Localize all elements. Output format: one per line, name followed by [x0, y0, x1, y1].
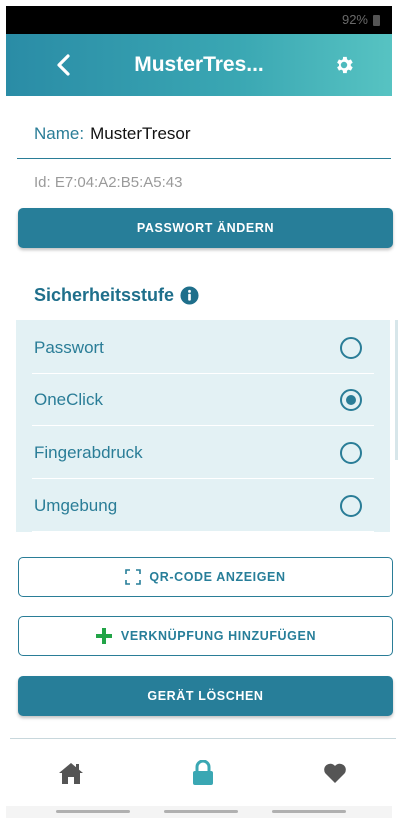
option-label: Umgebung	[34, 495, 118, 515]
device-name-field[interactable]: Name: MusterTresor	[34, 124, 191, 144]
name-label: Name:	[34, 124, 85, 143]
delete-device-button[interactable]: GERÄT LÖSCHEN	[18, 676, 393, 716]
name-field-underline	[17, 158, 391, 159]
security-level-options: Passwort OneClick Fingerabdruck Umgebung	[16, 320, 390, 532]
radio-button[interactable]	[340, 494, 362, 517]
nav-favorites[interactable]	[320, 758, 350, 788]
divider	[10, 738, 396, 739]
info-button[interactable]	[180, 286, 199, 305]
app-bar: MusterTres...	[6, 34, 392, 96]
radio-button[interactable]	[340, 336, 362, 359]
plus-icon	[95, 627, 113, 645]
option-fingerabdruck[interactable]: Fingerabdruck	[32, 427, 374, 479]
security-level-title: Sicherheitsstufe	[34, 285, 175, 305]
show-qr-code-label: QR-CODE ANZEIGEN	[149, 570, 286, 584]
change-password-button[interactable]: PASSWORT ÄNDERN	[18, 208, 393, 248]
gesture-segment	[272, 810, 346, 813]
back-button[interactable]	[50, 51, 78, 79]
settings-button[interactable]	[330, 51, 358, 79]
gesture-segment	[56, 810, 130, 813]
security-level-heading: Sicherheitsstufe	[34, 285, 199, 306]
add-link-button[interactable]: VERKNÜPFUNG HINZUFÜGEN	[18, 616, 393, 656]
option-label: OneClick	[34, 389, 103, 409]
chevron-left-icon	[57, 54, 70, 76]
status-bar: 92%	[6, 6, 392, 34]
nav-vault[interactable]	[188, 758, 218, 788]
battery-percentage: 92%	[341, 12, 368, 27]
add-link-label: VERKNÜPFUNG HINZUFÜGEN	[120, 629, 317, 643]
option-label: Passwort	[34, 337, 104, 357]
home-icon	[59, 763, 83, 784]
radio-button-selected[interactable]	[340, 388, 362, 411]
info-icon	[180, 286, 199, 305]
battery-icon	[373, 15, 380, 26]
heart-icon	[324, 763, 346, 783]
option-passwort[interactable]: Passwort	[32, 322, 374, 374]
gesture-segment	[164, 810, 238, 813]
system-gesture-bar	[6, 806, 392, 818]
option-oneclick[interactable]: OneClick	[32, 374, 374, 426]
qr-scan-icon	[125, 569, 142, 585]
page-title: MusterTres...	[134, 53, 264, 76]
bottom-navigation	[6, 740, 392, 806]
lock-icon	[193, 760, 213, 785]
name-value[interactable]: MusterTresor	[90, 124, 190, 143]
gear-icon	[337, 56, 353, 74]
option-umgebung[interactable]: Umgebung	[32, 480, 374, 532]
device-id: Id: E7:04:A2:B5:A5:43	[34, 174, 183, 191]
radio-button[interactable]	[340, 441, 362, 464]
nav-home[interactable]	[56, 758, 86, 788]
show-qr-code-button[interactable]: QR-CODE ANZEIGEN	[18, 557, 393, 597]
option-label: Fingerabdruck	[34, 442, 143, 462]
